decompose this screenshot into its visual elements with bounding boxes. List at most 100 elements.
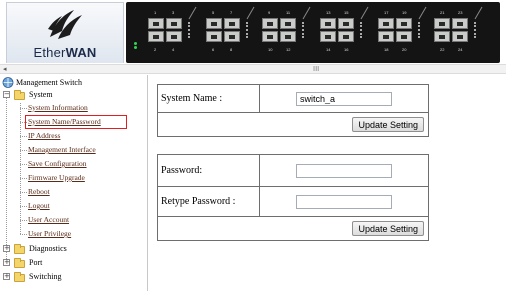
port-number-label: 4 xyxy=(172,47,175,52)
tree-connector xyxy=(20,206,27,207)
ethernet-port-icon xyxy=(148,31,164,42)
port-number-label: 8 xyxy=(230,47,233,52)
expand-icon[interactable]: + xyxy=(3,259,10,266)
tree-root-label: Management Switch xyxy=(16,78,82,87)
brand-name-prefix: Ether xyxy=(33,45,66,60)
tree-item-label[interactable]: User Privilege xyxy=(28,228,71,240)
port-number-label: 5 xyxy=(212,10,215,15)
tree-connector xyxy=(20,108,27,109)
tree-connector xyxy=(20,164,27,165)
port-group xyxy=(206,18,242,44)
tree-folder-system[interactable]: − System xyxy=(2,89,142,101)
expand-icon[interactable]: + xyxy=(3,273,10,280)
retype-password-label: Retype Password : xyxy=(157,186,260,217)
tree-connector xyxy=(20,234,27,235)
status-led xyxy=(134,46,137,49)
tree-line xyxy=(6,93,7,265)
ethernet-port-icon xyxy=(206,18,222,29)
port-number-label: 24 xyxy=(458,47,463,52)
port-number-label: 2 xyxy=(154,47,157,52)
ethernet-port-icon xyxy=(280,31,296,42)
tree-folder-label: Port xyxy=(29,258,43,267)
ethernet-port-icon xyxy=(148,18,164,29)
password-label: Password: xyxy=(157,154,260,187)
port-number-label: 11 xyxy=(286,10,291,15)
port-number-label: 18 xyxy=(384,47,389,52)
ethernet-port-icon xyxy=(452,31,468,42)
brand-logo: EtherWAN xyxy=(6,2,124,63)
ethernet-port-icon xyxy=(262,31,278,42)
ethernet-port-icon xyxy=(338,31,354,42)
ethernet-port-icon xyxy=(396,18,412,29)
retype-password-input[interactable] xyxy=(296,194,392,209)
port-number-label: 7 xyxy=(230,10,233,15)
update-setting-button[interactable]: Update Setting xyxy=(352,117,424,132)
port-number-label: 20 xyxy=(402,47,407,52)
main-content: System Name : Update Setting Password: R… xyxy=(149,75,506,291)
port-number-label: 13 xyxy=(326,10,331,15)
update-password-button[interactable]: Update Setting xyxy=(352,221,424,236)
system-name-form: System Name : Update Setting xyxy=(157,84,429,137)
brand-name-suffix: WAN xyxy=(65,45,97,60)
tree-item-label[interactable]: System Information xyxy=(28,102,88,114)
tree-folder-switching[interactable]: + Switching xyxy=(2,271,142,283)
expand-icon[interactable]: + xyxy=(3,245,10,252)
panel-slash xyxy=(418,6,427,20)
tree-item-label[interactable]: Save Configuration xyxy=(28,158,87,170)
port-group xyxy=(148,18,184,44)
folder-icon xyxy=(14,272,25,282)
port-number-label: 17 xyxy=(384,10,389,15)
ethernet-port-icon xyxy=(320,31,336,42)
tree-item-label[interactable]: IP Address xyxy=(28,130,60,142)
ethernet-port-icon xyxy=(280,18,296,29)
tree-connector xyxy=(20,150,27,151)
password-input[interactable] xyxy=(296,163,392,178)
password-cell xyxy=(259,154,429,187)
port-number-label: 3 xyxy=(172,10,175,15)
ethernet-port-icon xyxy=(396,31,412,42)
port-group xyxy=(378,18,414,44)
ethernet-port-icon xyxy=(206,31,222,42)
tree-item-label[interactable]: User Account xyxy=(28,214,69,226)
port-number-label: 16 xyxy=(344,47,349,52)
system-name-input[interactable] xyxy=(296,91,392,106)
tree-folder-diagnostics[interactable]: + Diagnostics xyxy=(2,243,142,255)
ethernet-port-icon xyxy=(452,18,468,29)
network-icon xyxy=(2,77,14,88)
horizontal-scrollbar[interactable]: ◂ III xyxy=(0,64,506,74)
tree-item-label[interactable]: Logout xyxy=(28,200,50,212)
port-number-label: 6 xyxy=(212,47,215,52)
panel-slash xyxy=(188,6,197,20)
tree-item-label[interactable]: Firmware Upgrade xyxy=(28,172,85,184)
panel-slash xyxy=(474,6,483,20)
folder-icon xyxy=(14,244,25,254)
port-group xyxy=(434,18,470,44)
port-number-label: 15 xyxy=(344,10,349,15)
panel-slash xyxy=(360,6,369,20)
panel-slash xyxy=(302,6,311,20)
group-divider xyxy=(188,22,190,38)
selected-item-highlight xyxy=(25,115,127,129)
port-number-label: 1 xyxy=(154,10,157,15)
port-number-label: 23 xyxy=(458,10,463,15)
port-number-label: 14 xyxy=(326,47,331,52)
group-divider xyxy=(418,22,420,38)
port-number-label: 9 xyxy=(268,10,271,15)
switch-front-panel: 1 2 3 4 5 6 7 8 9 10 11 12 13 14 15 16 17 18 19 20 21 22 23 24 xyxy=(126,2,500,63)
ethernet-port-icon xyxy=(166,18,182,29)
navigation-tree: Management Switch − System System Inform… xyxy=(0,75,148,291)
tree-folder-port[interactable]: + Port xyxy=(2,257,142,269)
tree-item-label[interactable]: Reboot xyxy=(28,186,50,198)
group-divider xyxy=(474,22,476,38)
tree-connector xyxy=(20,136,27,137)
collapse-icon[interactable]: − xyxy=(3,91,10,98)
group-divider xyxy=(302,22,304,38)
scroll-grip[interactable]: III xyxy=(313,65,319,73)
ethernet-port-icon xyxy=(224,31,240,42)
scroll-left-icon[interactable]: ◂ xyxy=(3,65,7,73)
tree-item-label[interactable]: Management Interface xyxy=(28,144,96,156)
password-button-cell: Update Setting xyxy=(157,216,429,241)
ethernet-port-icon xyxy=(320,18,336,29)
ethernet-port-icon xyxy=(224,18,240,29)
port-number-label: 12 xyxy=(286,47,291,52)
